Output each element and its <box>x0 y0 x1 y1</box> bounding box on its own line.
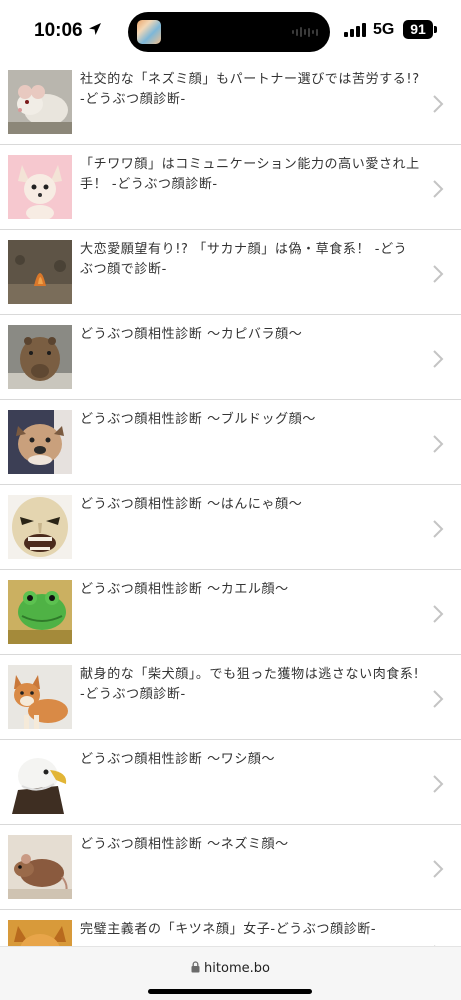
fish-icon <box>8 240 72 304</box>
list-item[interactable]: 社交的な「ネズミ顔」もパートナー選びでは苦労する!? -どうぶつ顔診断- <box>0 60 461 145</box>
article-title: 大恋愛願望有り!? 「サカナ顔」は偽・草食系！ -どうぶつ顔で診断- <box>80 242 408 277</box>
rat-icon <box>8 70 72 134</box>
article-list: 社交的な「ネズミ顔」もパートナー選びでは苦労する!? -どうぶつ顔診断- 「チワ… <box>0 60 461 995</box>
list-item[interactable]: 献身的な「柴犬顔」。でも狙った獲物は逃さない肉食系! -どうぶつ顔診断- <box>0 655 461 740</box>
network-type: 5G <box>373 21 395 38</box>
list-item[interactable]: どうぶつ顔相性診断 〜ブルドッグ顔〜 <box>0 400 461 485</box>
article-title: 「チワワ顔」はコミュニケーション能力の高い愛され上手！ -どうぶつ顔診断- <box>80 157 420 192</box>
location-arrow-icon <box>89 23 101 35</box>
audio-waveform-icon <box>292 26 318 38</box>
article-title: どうぶつ顔相性診断 〜はんにゃ顔〜 <box>80 497 303 512</box>
list-item[interactable]: どうぶつ顔相性診断 〜ワシ顔〜 <box>0 740 461 825</box>
url-domain: hitome.bo <box>204 961 270 976</box>
dynamic-island[interactable] <box>128 12 330 52</box>
chevron-right-icon <box>433 690 444 708</box>
chevron-right-icon <box>433 605 444 623</box>
mouse-icon <box>8 835 72 899</box>
chihuahua-icon <box>8 155 72 219</box>
chevron-right-icon <box>433 265 444 283</box>
chevron-right-icon <box>433 520 444 538</box>
article-title: どうぶつ顔相性診断 〜ワシ顔〜 <box>80 752 276 767</box>
chevron-right-icon <box>433 860 444 878</box>
shiba-icon <box>8 665 72 729</box>
capybara-icon <box>8 325 72 389</box>
eagle-icon <box>8 750 72 814</box>
article-title: 献身的な「柴犬顔」。でも狙った獲物は逃さない肉食系! -どうぶつ顔診断- <box>80 667 420 702</box>
article-title: どうぶつ顔相性診断 〜カエル顔〜 <box>80 582 289 597</box>
list-item[interactable]: 「チワワ顔」はコミュニケーション能力の高い愛され上手！ -どうぶつ顔診断- <box>0 145 461 230</box>
article-title: 社交的な「ネズミ顔」もパートナー選びでは苦労する!? -どうぶつ顔診断- <box>80 72 420 107</box>
chevron-right-icon <box>433 95 444 113</box>
url-display[interactable]: hitome.bo <box>0 961 461 976</box>
lock-icon <box>191 961 200 973</box>
status-bar: 10:06 5G 91 <box>0 0 461 62</box>
list-item[interactable]: 大恋愛願望有り!? 「サカナ顔」は偽・草食系！ -どうぶつ顔で診断- <box>0 230 461 315</box>
article-title: どうぶつ顔相性診断 〜ネズミ顔〜 <box>80 837 289 852</box>
list-item[interactable]: どうぶつ顔相性診断 〜カピバラ顔〜 <box>0 315 461 400</box>
article-title: 完璧主義者の「キツネ顔」女子-どうぶつ顔診断- <box>80 922 377 937</box>
chevron-right-icon <box>433 180 444 198</box>
hannya-mask-icon <box>8 495 72 559</box>
cellular-signal-icon <box>344 22 366 37</box>
list-item[interactable]: どうぶつ顔相性診断 〜ネズミ顔〜 <box>0 825 461 910</box>
status-time: 10:06 <box>34 20 83 41</box>
now-playing-artwork-icon <box>137 20 161 44</box>
list-item[interactable]: どうぶつ顔相性診断 〜カエル顔〜 <box>0 570 461 655</box>
address-bar[interactable]: hitome.bo <box>0 946 461 1000</box>
frog-icon <box>8 580 72 644</box>
article-title: どうぶつ顔相性診断 〜ブルドッグ顔〜 <box>80 412 316 427</box>
home-indicator[interactable] <box>148 989 312 994</box>
bulldog-icon <box>8 410 72 474</box>
chevron-right-icon <box>433 775 444 793</box>
chevron-right-icon <box>433 435 444 453</box>
article-title: どうぶつ顔相性診断 〜カピバラ顔〜 <box>80 327 303 342</box>
chevron-right-icon <box>433 350 444 368</box>
list-item[interactable]: どうぶつ顔相性診断 〜はんにゃ顔〜 <box>0 485 461 570</box>
battery-icon: 91 <box>403 20 433 39</box>
